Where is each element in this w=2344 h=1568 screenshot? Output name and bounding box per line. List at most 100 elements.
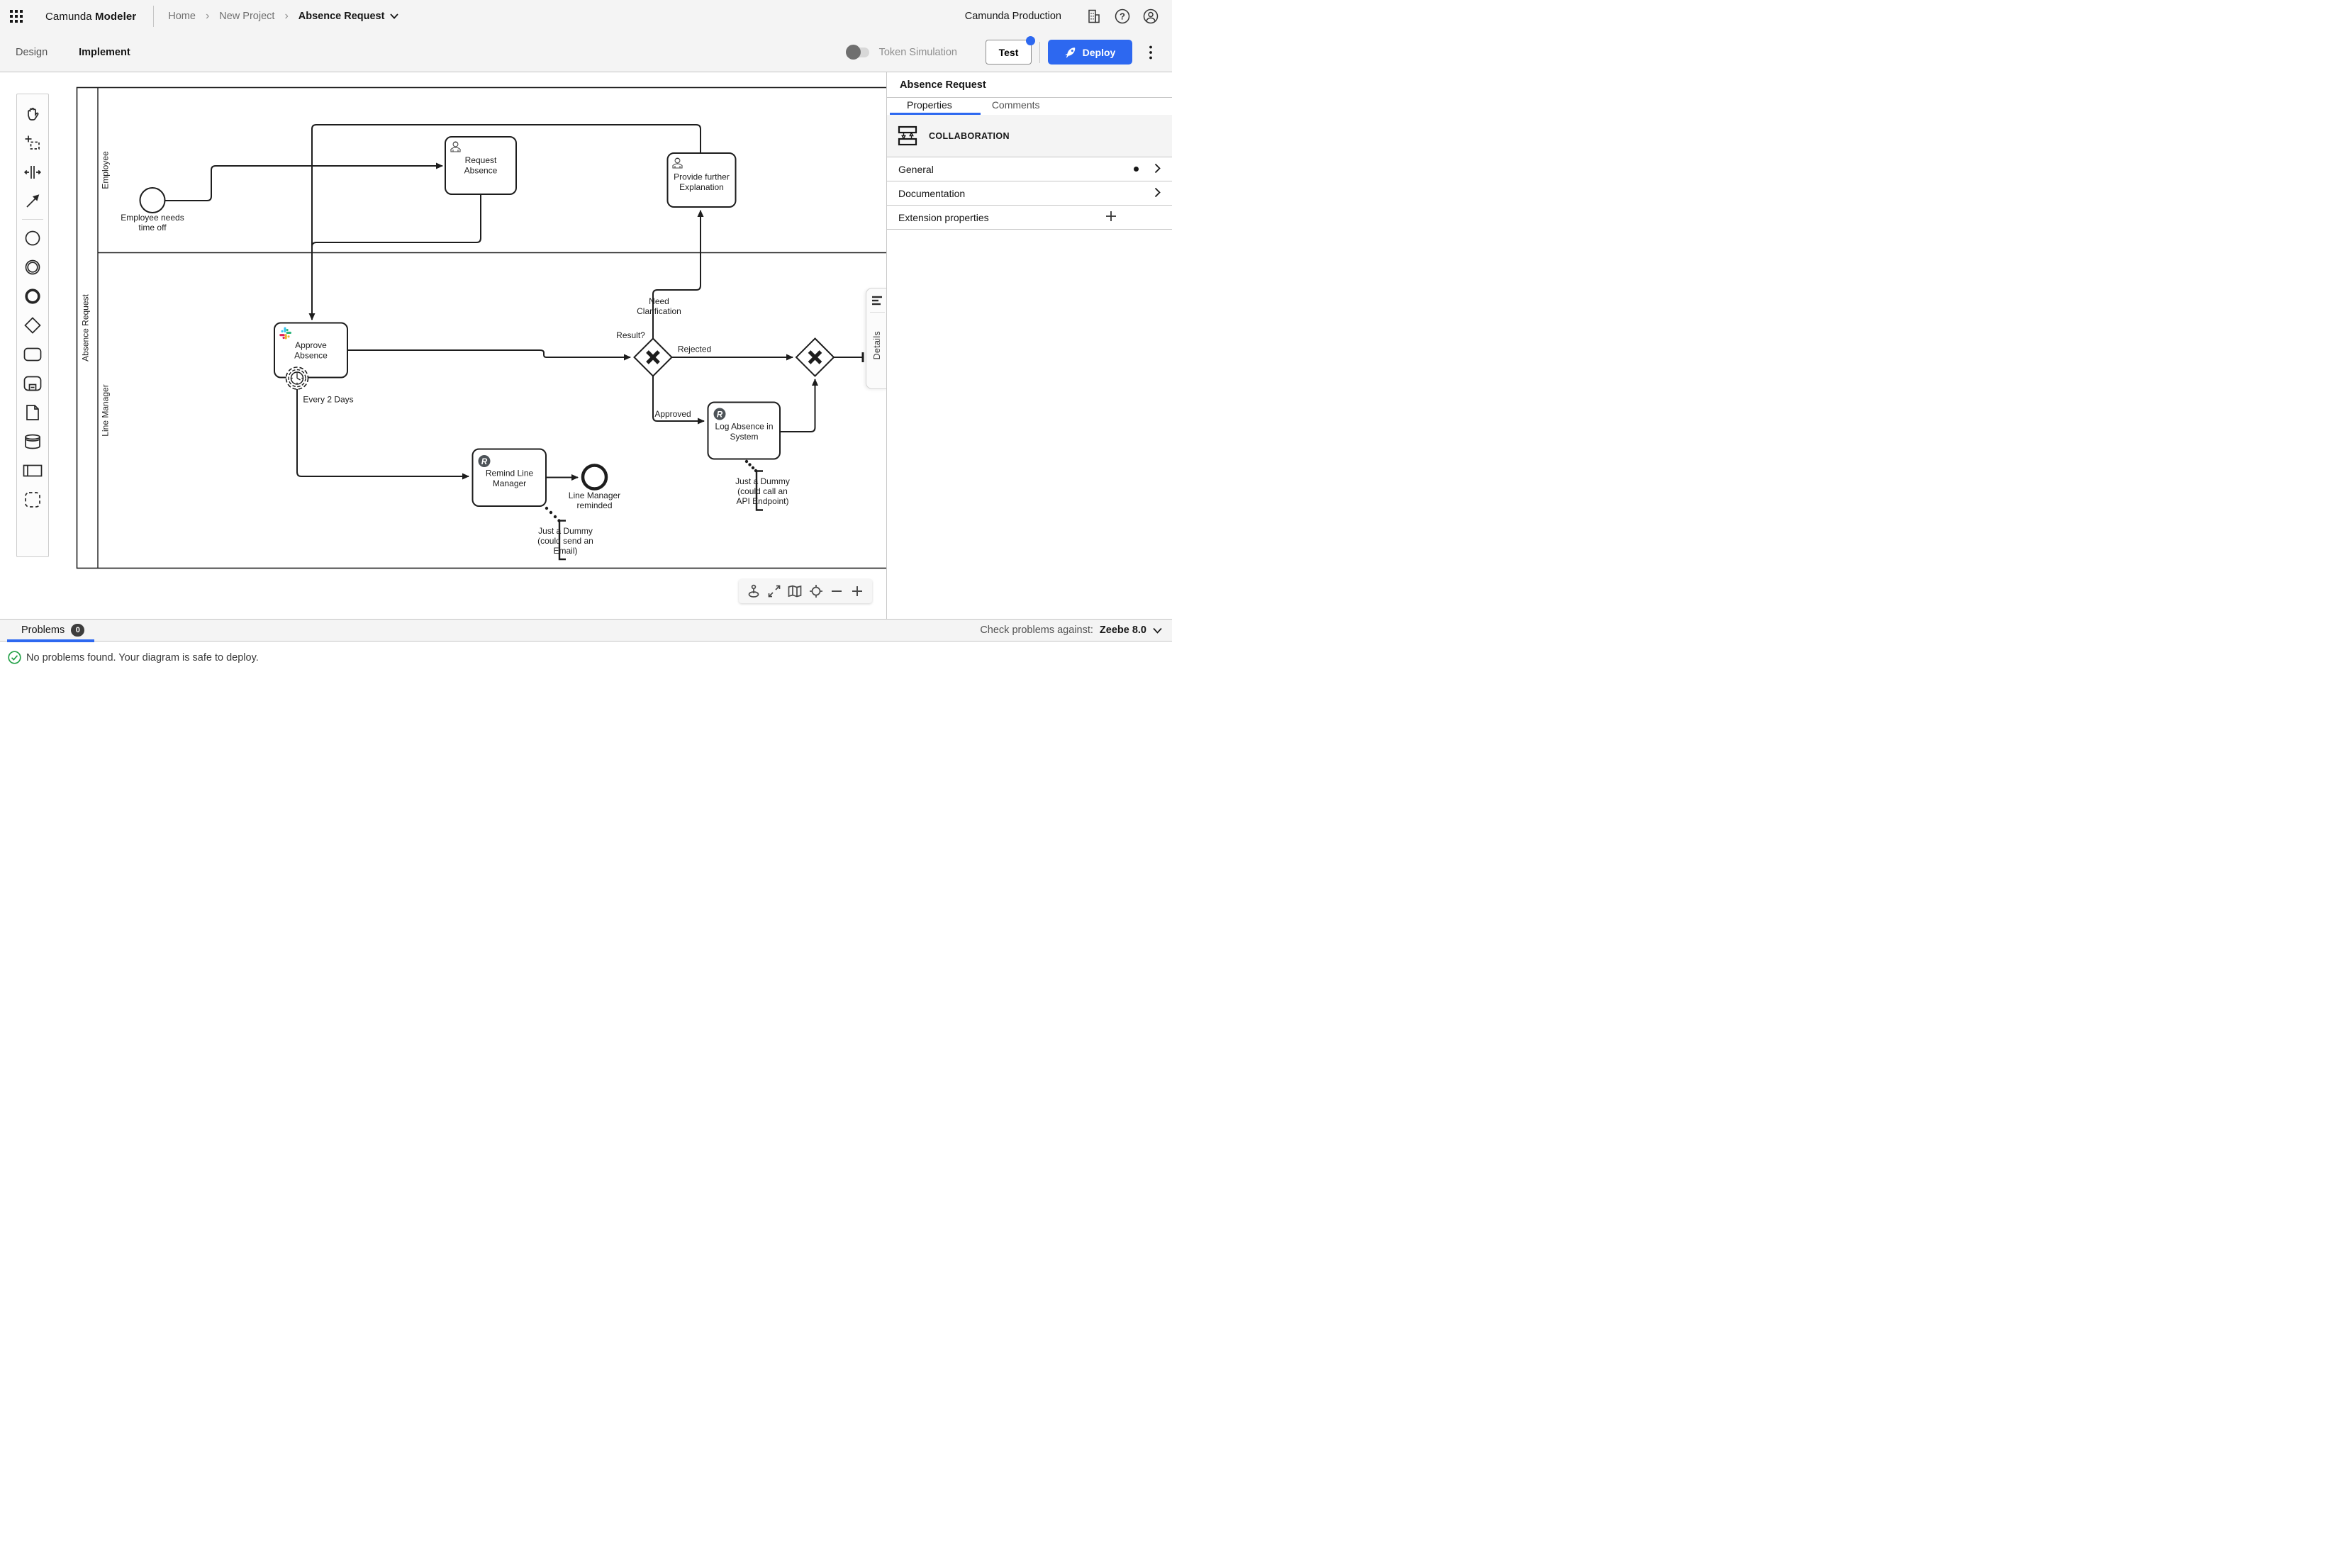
building-icon xyxy=(1086,9,1102,24)
create-intermediate-event[interactable] xyxy=(21,252,45,281)
bpmn-canvas[interactable]: Absence Request Employee Line Manager Re… xyxy=(0,72,887,619)
svg-text:Explanation: Explanation xyxy=(679,182,724,192)
check-problems-control[interactable]: Check problems against: Zeebe 8.0 xyxy=(980,625,1172,636)
create-start-event[interactable] xyxy=(21,223,45,252)
task-request-absence[interactable]: Request Absence xyxy=(445,137,516,194)
palette-divider xyxy=(22,219,43,220)
engine-version: Zeebe 8.0 xyxy=(1100,625,1146,636)
task-log-absence-in-system[interactable]: R Log Absence in System xyxy=(708,403,781,459)
svg-text:Just a Dummy: Just a Dummy xyxy=(735,476,790,486)
create-participant[interactable] xyxy=(21,456,45,485)
tab-design[interactable]: Design xyxy=(0,33,63,72)
token-simulation-toggle[interactable] xyxy=(848,47,869,57)
svg-text:(could send an: (could send an xyxy=(537,536,593,546)
svg-text:System: System xyxy=(730,432,758,442)
lane-label-line-manager: Line Manager xyxy=(101,384,111,436)
overflow-menu-button[interactable] xyxy=(1138,40,1163,65)
canvas-controls xyxy=(739,579,872,603)
chevron-down-icon xyxy=(1153,627,1162,634)
svg-text:?: ? xyxy=(1120,11,1125,22)
lasso-tool[interactable] xyxy=(21,128,45,157)
label-result[interactable]: Result? xyxy=(616,330,645,340)
user-menu[interactable] xyxy=(1137,2,1165,30)
create-end-event[interactable] xyxy=(21,281,45,310)
edited-indicator-dot xyxy=(1134,167,1139,172)
svg-text:Approve: Approve xyxy=(295,340,327,350)
details-tab-label: Details xyxy=(872,331,882,359)
task-remind-line-manager[interactable]: R Remind Line Manager xyxy=(473,449,547,507)
help-button[interactable]: ? xyxy=(1108,2,1137,30)
hand-tool[interactable] xyxy=(21,99,45,128)
fit-viewport-button[interactable] xyxy=(766,583,783,600)
divider xyxy=(870,312,885,313)
section-label: General xyxy=(898,164,934,175)
minimap-button[interactable] xyxy=(786,583,803,600)
test-button[interactable]: Test xyxy=(986,40,1032,65)
svg-text:Email): Email) xyxy=(553,546,577,556)
panel-title: Absence Request xyxy=(887,72,1172,98)
reset-view-button[interactable] xyxy=(745,583,762,600)
create-data-store[interactable] xyxy=(21,427,45,456)
label-need-line1[interactable]: Need xyxy=(649,296,669,306)
success-check-icon xyxy=(8,651,21,664)
test-notification-dot xyxy=(1026,36,1035,45)
problem-count-badge: 0 xyxy=(71,624,84,637)
grid-menu-icon xyxy=(9,9,23,23)
create-gateway[interactable] xyxy=(21,310,45,340)
chevron-down-icon xyxy=(390,13,398,19)
app-switcher-icon[interactable] xyxy=(0,0,33,33)
panel-tabs: Properties Comments xyxy=(887,98,1172,115)
svg-text:reminded: reminded xyxy=(576,500,612,510)
breadcrumb-home[interactable]: Home xyxy=(168,11,196,22)
breadcrumb-current-file[interactable]: Absence Request xyxy=(298,11,399,22)
zoom-out-button[interactable] xyxy=(828,583,845,600)
task-provide-further-explanation[interactable]: Provide further Explanation xyxy=(668,153,736,207)
create-data-object[interactable] xyxy=(21,398,45,427)
divider xyxy=(153,6,154,27)
zoom-in-button[interactable] xyxy=(849,583,866,600)
svg-text:Employee needs: Employee needs xyxy=(121,213,184,223)
tab-comments[interactable]: Comments xyxy=(972,98,1060,115)
panel-section-general[interactable]: General xyxy=(887,157,1172,181)
global-connect-tool[interactable] xyxy=(21,186,45,215)
details-panel-toggle[interactable]: Details xyxy=(866,288,887,389)
breadcrumb-separator: › xyxy=(206,10,209,23)
rest-connector-badge: R xyxy=(714,408,726,420)
breadcrumb-separator: › xyxy=(284,10,288,23)
deploy-button[interactable]: Deploy xyxy=(1048,40,1132,65)
boundary-timer-event[interactable] xyxy=(286,367,308,389)
svg-text:Log Absence in: Log Absence in xyxy=(715,422,773,432)
organization-icon[interactable] xyxy=(1080,2,1108,30)
label-timer[interactable]: Every 2 Days xyxy=(303,395,353,405)
center-selection-button[interactable] xyxy=(808,583,825,600)
token-simulation-label: Token Simulation xyxy=(879,47,957,58)
element-type-label: COLLABORATION xyxy=(929,131,1010,141)
svg-text:Provide further: Provide further xyxy=(674,172,730,182)
lane-label-employee: Employee xyxy=(101,151,111,189)
add-extension-property-button[interactable] xyxy=(1105,211,1117,224)
create-group[interactable] xyxy=(21,485,45,514)
task-approve-absence[interactable]: Approve Absence xyxy=(274,323,347,378)
check-problems-label: Check problems against: xyxy=(980,625,1093,636)
svg-text:Request: Request xyxy=(465,155,497,165)
breadcrumb-project[interactable]: New Project xyxy=(219,11,274,22)
status-message: No problems found. Your diagram is safe … xyxy=(26,652,259,663)
divider xyxy=(1039,42,1040,63)
label-need-line2[interactable]: Clarification xyxy=(637,306,681,316)
tab-implement[interactable]: Implement xyxy=(63,33,146,72)
space-tool[interactable] xyxy=(21,157,45,186)
create-task[interactable] xyxy=(21,340,45,369)
label-rejected[interactable]: Rejected xyxy=(678,345,711,354)
tab-problems[interactable]: Problems 0 xyxy=(0,624,84,637)
help-icon: ? xyxy=(1114,8,1131,25)
create-subprocess[interactable] xyxy=(21,369,45,398)
properties-panel: Absence Request Properties Comments COLL… xyxy=(886,72,1172,619)
bpmn-palette xyxy=(16,94,49,557)
label-approved[interactable]: Approved xyxy=(654,409,691,419)
organization-name[interactable]: Camunda Production xyxy=(965,11,1061,22)
svg-text:Just a Dummy: Just a Dummy xyxy=(538,526,593,536)
bottom-panel: Problems 0 Check problems against: Zeebe… xyxy=(0,619,1172,784)
problems-tab-underline xyxy=(7,639,94,642)
panel-section-documentation[interactable]: Documentation xyxy=(887,181,1172,206)
panel-section-extension-properties[interactable]: Extension properties xyxy=(887,206,1172,230)
